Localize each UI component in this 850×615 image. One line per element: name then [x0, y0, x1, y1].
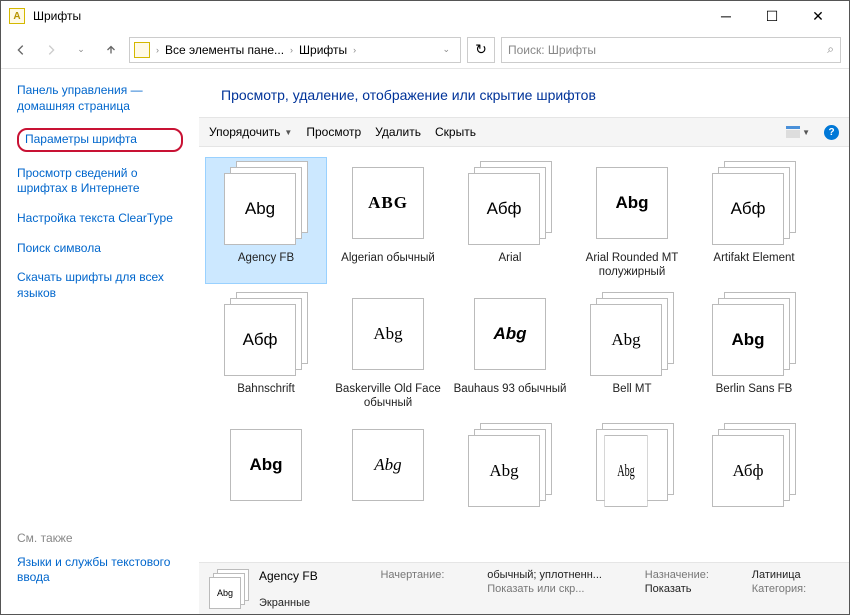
font-item[interactable]: Abg Agency FB [205, 157, 327, 284]
font-label: Artifakt Element [713, 251, 794, 265]
hide-button[interactable]: Скрыть [435, 125, 476, 139]
font-item[interactable]: Абф Artifakt Element [693, 157, 815, 284]
details-pane: Abg Agency FB Начертание: обычный; уплот… [199, 562, 849, 614]
font-item[interactable]: Abg [205, 419, 327, 517]
font-item[interactable]: Abg [449, 419, 571, 517]
font-sample: Абф [468, 173, 540, 245]
font-sample: Abg [224, 173, 296, 245]
help-icon[interactable]: ? [824, 125, 839, 140]
see-also-label: См. также [17, 531, 183, 545]
sidebar-download-fonts[interactable]: Скачать шрифты для всех языков [17, 270, 183, 301]
view-mode-button[interactable]: ▼ [786, 126, 810, 138]
refresh-button[interactable]: ↻ [467, 37, 495, 63]
font-label: Berlin Sans FB [716, 382, 793, 396]
up-button[interactable] [99, 38, 123, 62]
fonts-folder-icon: A [9, 8, 25, 24]
breadcrumb-root[interactable]: Все элементы пане... [161, 43, 288, 57]
font-item[interactable]: ABG Algerian обычный [327, 157, 449, 284]
sidebar-text-services[interactable]: Языки и службы текстового ввода [17, 555, 183, 586]
font-item[interactable]: Abg [571, 419, 693, 517]
font-sample: Abg [590, 304, 662, 376]
details-style-value: обычный; уплотненн... [487, 569, 635, 581]
font-sample: Abg [474, 298, 546, 370]
chevron-right-icon: › [154, 45, 161, 55]
sidebar-font-params[interactable]: Параметры шрифта [25, 132, 175, 148]
font-item[interactable]: Абф Bahnschrift [205, 288, 327, 415]
details-charset-label: Назначение: [645, 569, 742, 581]
chevron-right-icon: › [351, 45, 358, 55]
font-sample: Abg [230, 429, 302, 501]
font-label: Arial Rounded MT полужирный [575, 251, 689, 280]
page-title: Просмотр, удаление, отображение или скры… [199, 69, 849, 117]
font-item[interactable]: Abg [327, 419, 449, 517]
forward-button[interactable] [39, 38, 63, 62]
font-label: Baskerville Old Face обычный [331, 382, 445, 411]
font-sample: Абф [712, 173, 784, 245]
details-show-value: Показать [645, 583, 742, 595]
view-button[interactable]: Просмотр [306, 125, 361, 139]
search-input[interactable]: Поиск: Шрифты ⌕ [501, 37, 841, 63]
font-item[interactable]: Abg Arial Rounded MT полужирный [571, 157, 693, 284]
font-sample: Абф [224, 304, 296, 376]
details-show-label: Показать или скр... [487, 583, 635, 595]
font-label: Agency FB [238, 251, 294, 265]
details-category-label: Категория: [752, 583, 839, 595]
fonts-folder-icon [134, 42, 150, 58]
minimize-button[interactable]: ─ [703, 1, 749, 31]
font-sample: Abg [712, 304, 784, 376]
font-label: Arial [498, 251, 521, 265]
font-preview-icon: Abg [209, 569, 249, 609]
font-label: Bauhaus 93 обычный [454, 382, 567, 396]
search-icon: ⌕ [827, 42, 834, 57]
arrange-menu[interactable]: Упорядочить▼ [209, 125, 292, 139]
font-sample: Abg [596, 167, 668, 239]
close-button[interactable]: ✕ [795, 1, 841, 31]
font-item[interactable]: Abg Baskerville Old Face обычный [327, 288, 449, 415]
maximize-button[interactable]: ☐ [749, 1, 795, 31]
font-item[interactable]: Abg Berlin Sans FB [693, 288, 815, 415]
chevron-right-icon: › [288, 45, 295, 55]
delete-button[interactable]: Удалить [375, 125, 421, 139]
back-button[interactable] [9, 38, 33, 62]
font-label: Bell MT [613, 382, 652, 396]
details-title: Agency FB [259, 569, 370, 583]
font-item[interactable]: Абф Arial [449, 157, 571, 284]
font-sample: Абф [712, 435, 784, 507]
font-sample: Abg [352, 429, 424, 501]
font-sample: ABG [352, 167, 424, 239]
address-dropdown[interactable]: ⌄ [436, 44, 456, 55]
search-placeholder: Поиск: Шрифты [508, 43, 827, 57]
recent-dropdown[interactable]: ⌄ [69, 38, 93, 62]
sidebar-internet-fonts[interactable]: Просмотр сведений о шрифтах в Интернете [17, 166, 183, 197]
font-item[interactable]: Abg Bell MT [571, 288, 693, 415]
window-title: Шрифты [33, 9, 703, 23]
font-sample: Abg [604, 435, 647, 507]
font-item[interactable]: Абф [693, 419, 815, 517]
details-category-value: Экранные [259, 597, 370, 609]
font-sample: Abg [468, 435, 540, 507]
sidebar-find-char[interactable]: Поиск символа [17, 241, 183, 257]
details-charset-value: Латиница [752, 569, 839, 581]
font-sample: Abg [352, 298, 424, 370]
details-style-label: Начертание: [380, 569, 477, 581]
font-label: Bahnschrift [237, 382, 295, 396]
sidebar-home[interactable]: Панель управления — домашняя страница [17, 83, 183, 114]
address-bar[interactable]: › Все элементы пане... › Шрифты › ⌄ [129, 37, 461, 63]
breadcrumb-current[interactable]: Шрифты [295, 43, 351, 57]
sidebar-cleartype[interactable]: Настройка текста ClearType [17, 211, 183, 227]
font-grid: Abg Agency FB ABG Algerian обычный Абф Arial A… [199, 147, 849, 562]
font-label: Algerian обычный [341, 251, 435, 265]
font-item[interactable]: Abg Bauhaus 93 обычный [449, 288, 571, 415]
